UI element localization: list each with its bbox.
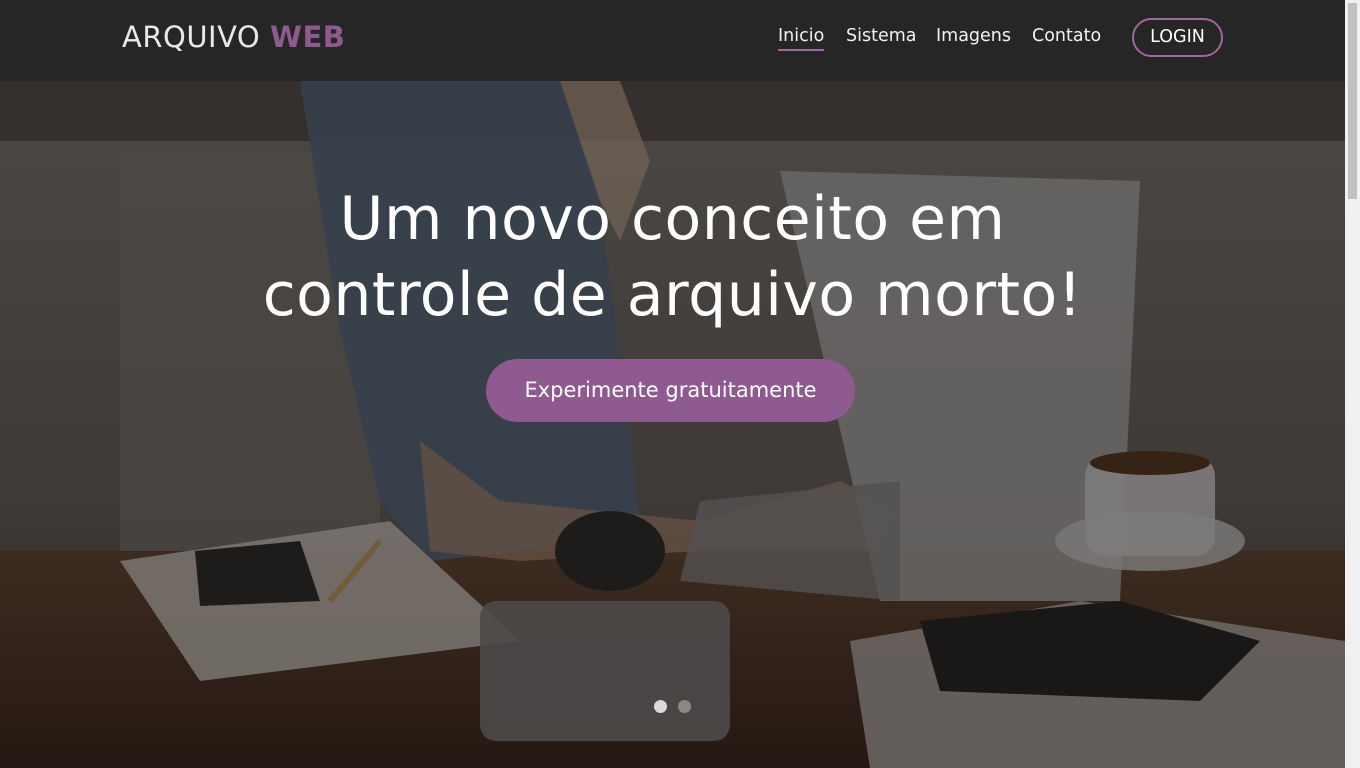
hero-headline-line-1: Um novo conceito em <box>339 184 1006 254</box>
carousel-indicators <box>654 700 694 714</box>
login-button[interactable]: LOGIN <box>1132 18 1223 57</box>
page-scrollbar[interactable] <box>1345 0 1360 768</box>
hero-headline: Um novo conceito em controle de arquivo … <box>0 181 1345 333</box>
carousel-dot-2[interactable] <box>678 700 691 713</box>
nav-item-contato[interactable]: Contato <box>1032 26 1101 49</box>
carousel-dot-1[interactable] <box>654 700 667 713</box>
try-free-button[interactable]: Experimente gratuitamente <box>486 359 855 422</box>
nav-item-imagens[interactable]: Imagens <box>936 26 1011 49</box>
nav-item-sistema[interactable]: Sistema <box>846 26 917 49</box>
top-navbar: ARQUIVO WEB Inicio Sistema Imagens Conta… <box>0 0 1345 81</box>
hero-headline-line-2: controle de arquivo morto! <box>262 260 1083 330</box>
nav-item-inicio[interactable]: Inicio <box>778 26 825 51</box>
scrollbar-thumb[interactable] <box>1348 3 1357 199</box>
hero-carousel: Um novo conceito em controle de arquivo … <box>0 81 1345 768</box>
